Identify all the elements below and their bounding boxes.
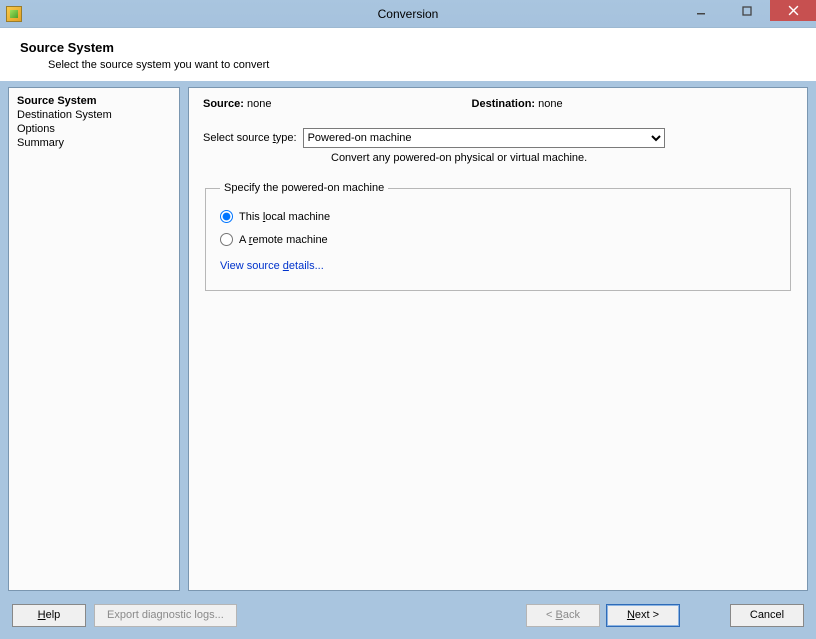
maximize-button[interactable] bbox=[724, 0, 770, 21]
wizard-footer: Help Export diagnostic logs... < Back Ne… bbox=[0, 597, 816, 639]
radio-remote-machine[interactable] bbox=[220, 233, 233, 246]
destination-label: Destination: bbox=[472, 98, 536, 110]
minimize-button[interactable] bbox=[678, 0, 724, 21]
wizard-header-title: Source System bbox=[20, 40, 796, 55]
help-button[interactable]: Help bbox=[12, 604, 86, 627]
close-button[interactable] bbox=[770, 0, 816, 21]
window-controls bbox=[678, 0, 816, 21]
source-value: none bbox=[247, 98, 271, 110]
source-summary: Source: none bbox=[203, 98, 272, 110]
cancel-button[interactable]: Cancel bbox=[730, 604, 804, 627]
select-source-type-row: Select source type: Powered-on machine bbox=[203, 128, 793, 148]
conversion-wizard-window: Conversion Source System Select the sour… bbox=[0, 0, 816, 639]
wizard-header: Source System Select the source system y… bbox=[0, 28, 816, 81]
source-destination-summary: Source: none Destination: none bbox=[203, 98, 793, 110]
wizard-header-subtitle: Select the source system you want to con… bbox=[20, 55, 796, 71]
radio-remote-machine-row[interactable]: A remote machine bbox=[220, 233, 776, 246]
source-label: Source: bbox=[203, 98, 244, 110]
sidebar-item-options[interactable]: Options bbox=[17, 122, 171, 136]
destination-summary: Destination: none bbox=[472, 98, 563, 110]
export-diagnostics-button: Export diagnostic logs... bbox=[94, 604, 237, 627]
select-source-type-label: Select source type: bbox=[203, 132, 297, 144]
specify-machine-fieldset: Specify the powered-on machine This loca… bbox=[205, 182, 791, 291]
destination-value: none bbox=[538, 98, 562, 110]
wizard-steps-sidebar: Source System Destination System Options… bbox=[8, 87, 180, 591]
wizard-main-panel: Source: none Destination: none Select so… bbox=[188, 87, 808, 591]
back-button: < Back bbox=[526, 604, 600, 627]
view-source-details-link[interactable]: View source details... bbox=[220, 260, 324, 272]
radio-local-machine-label: This local machine bbox=[239, 211, 330, 223]
radio-local-machine-row[interactable]: This local machine bbox=[220, 210, 776, 223]
titlebar: Conversion bbox=[0, 0, 816, 28]
sidebar-item-summary[interactable]: Summary bbox=[17, 136, 171, 150]
sidebar-item-destination-system[interactable]: Destination System bbox=[17, 108, 171, 122]
specify-machine-legend: Specify the powered-on machine bbox=[220, 182, 388, 194]
source-type-dropdown[interactable]: Powered-on machine bbox=[303, 128, 665, 148]
radio-remote-machine-label: A remote machine bbox=[239, 234, 328, 246]
next-button[interactable]: Next > bbox=[606, 604, 680, 627]
wizard-body: Source System Destination System Options… bbox=[0, 81, 816, 597]
sidebar-item-source-system[interactable]: Source System bbox=[17, 94, 171, 108]
wizard-nav-buttons: < Back Next > bbox=[526, 604, 680, 627]
radio-local-machine[interactable] bbox=[220, 210, 233, 223]
app-icon bbox=[6, 6, 22, 22]
source-type-hint: Convert any powered-on physical or virtu… bbox=[331, 152, 793, 164]
